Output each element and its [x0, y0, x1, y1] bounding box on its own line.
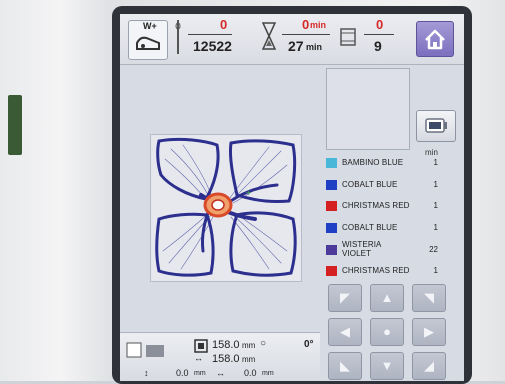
color-swatch: [326, 180, 337, 190]
size-footer: 158.0 mm ○ 0° ↔ 158.0 mm ↕ 0.0 mm ↔ 0.0 …: [120, 332, 320, 381]
time-current: 0: [302, 17, 310, 32]
offset-y-arrow-icon: ↔: [216, 368, 225, 378]
camera-button[interactable]: [416, 110, 456, 142]
offset-x-arrow-icon: ↕: [144, 368, 149, 378]
color-swatch: [326, 245, 337, 255]
needle-icon: [175, 20, 181, 54]
home-icon: [425, 29, 445, 50]
color-minutes: 1: [433, 223, 438, 232]
color-current: 0: [376, 17, 384, 32]
move-up-button[interactable]: ▲: [370, 284, 404, 312]
color-row-5[interactable]: WISTERIA VIOLET 22: [320, 240, 448, 262]
camera-icon: [425, 118, 447, 133]
offset-y-value: 0.0: [244, 368, 257, 378]
color-row-3[interactable]: CHRISTMAS RED 1: [320, 199, 448, 214]
hourglass-icon: [262, 22, 276, 50]
color-minutes: 22: [429, 245, 438, 254]
svg-text:+: +: [245, 188, 252, 197]
move-down-button[interactable]: ▼: [370, 352, 404, 380]
move-center-button[interactable]: ●: [370, 318, 404, 346]
lcd-screen: W+ 0 12522 0 min 27 min 0 9 + min BAMBIN…: [120, 14, 464, 381]
color-name: COBALT BLUE: [342, 180, 398, 189]
time-current-unit: min: [310, 20, 327, 30]
color-row-6[interactable]: CHRISTMAS RED 1: [320, 264, 448, 279]
color-name: CHRISTMAS RED: [342, 201, 410, 210]
color-swatch: [326, 158, 337, 168]
color-row-2[interactable]: COBALT BLUE 1: [320, 178, 448, 193]
color-swatch: [326, 266, 337, 276]
time-divider: [282, 34, 330, 35]
color-name: WISTERIA VIOLET: [342, 240, 382, 258]
presser-foot-icon: W+: [128, 20, 168, 60]
move-up-left-button[interactable]: ◤: [328, 284, 362, 312]
color-minutes: 1: [433, 158, 438, 167]
color-name: CHRISTMAS RED: [342, 266, 410, 275]
color-name: COBALT BLUE: [342, 223, 398, 232]
thread-spool-icon: [340, 28, 356, 46]
move-pad: ◤ ▲ ◥ ◀ ● ▶ ◣ ▼ ◢: [326, 282, 448, 381]
stitch-total: 12522: [193, 38, 232, 54]
offset-x-value: 0.0: [176, 368, 189, 378]
color-row-1[interactable]: BAMBINO BLUE 1: [320, 156, 448, 171]
height-unit: mm: [242, 355, 256, 364]
color-minutes: 1: [433, 201, 438, 210]
move-down-left-button[interactable]: ◣: [328, 352, 362, 380]
width-value: 158.0: [212, 339, 240, 351]
offset-y-unit: mm: [262, 370, 274, 377]
move-right-button[interactable]: ▶: [412, 318, 446, 346]
color-divider: [364, 34, 394, 35]
color-minutes: 1: [433, 266, 438, 275]
machine-side-tab: [8, 95, 22, 155]
move-up-right-button[interactable]: ◥: [412, 284, 446, 312]
time-total-unit: min: [306, 42, 323, 52]
size-icon: [194, 339, 208, 353]
angle-value: 0°: [304, 339, 314, 350]
time-total: 27: [288, 38, 304, 54]
thumbnail-preview: [326, 68, 410, 150]
color-row-4[interactable]: COBALT BLUE 1: [320, 221, 448, 236]
rotate-icon: ○: [260, 338, 267, 349]
stitch-current: 0: [220, 17, 228, 32]
move-left-button[interactable]: ◀: [328, 318, 362, 346]
move-down-right-button[interactable]: ◢: [412, 352, 446, 380]
frame-icon: [126, 342, 164, 358]
height-arrow-icon: ↔: [194, 353, 203, 363]
color-total: 9: [374, 38, 382, 54]
embroidery-preview[interactable]: +: [150, 134, 302, 282]
color-name: BAMBINO BLUE: [342, 158, 404, 167]
status-header: W+ 0 12522 0 min 27 min 0 9: [120, 14, 464, 65]
color-swatch: [326, 223, 337, 233]
height-value: 158.0: [212, 353, 240, 365]
color-swatch: [326, 201, 337, 211]
width-unit: mm: [242, 341, 256, 350]
offset-x-unit: mm: [194, 370, 206, 377]
stitch-divider: [188, 34, 232, 35]
home-button[interactable]: [416, 21, 454, 57]
color-minutes: 1: [433, 180, 438, 189]
